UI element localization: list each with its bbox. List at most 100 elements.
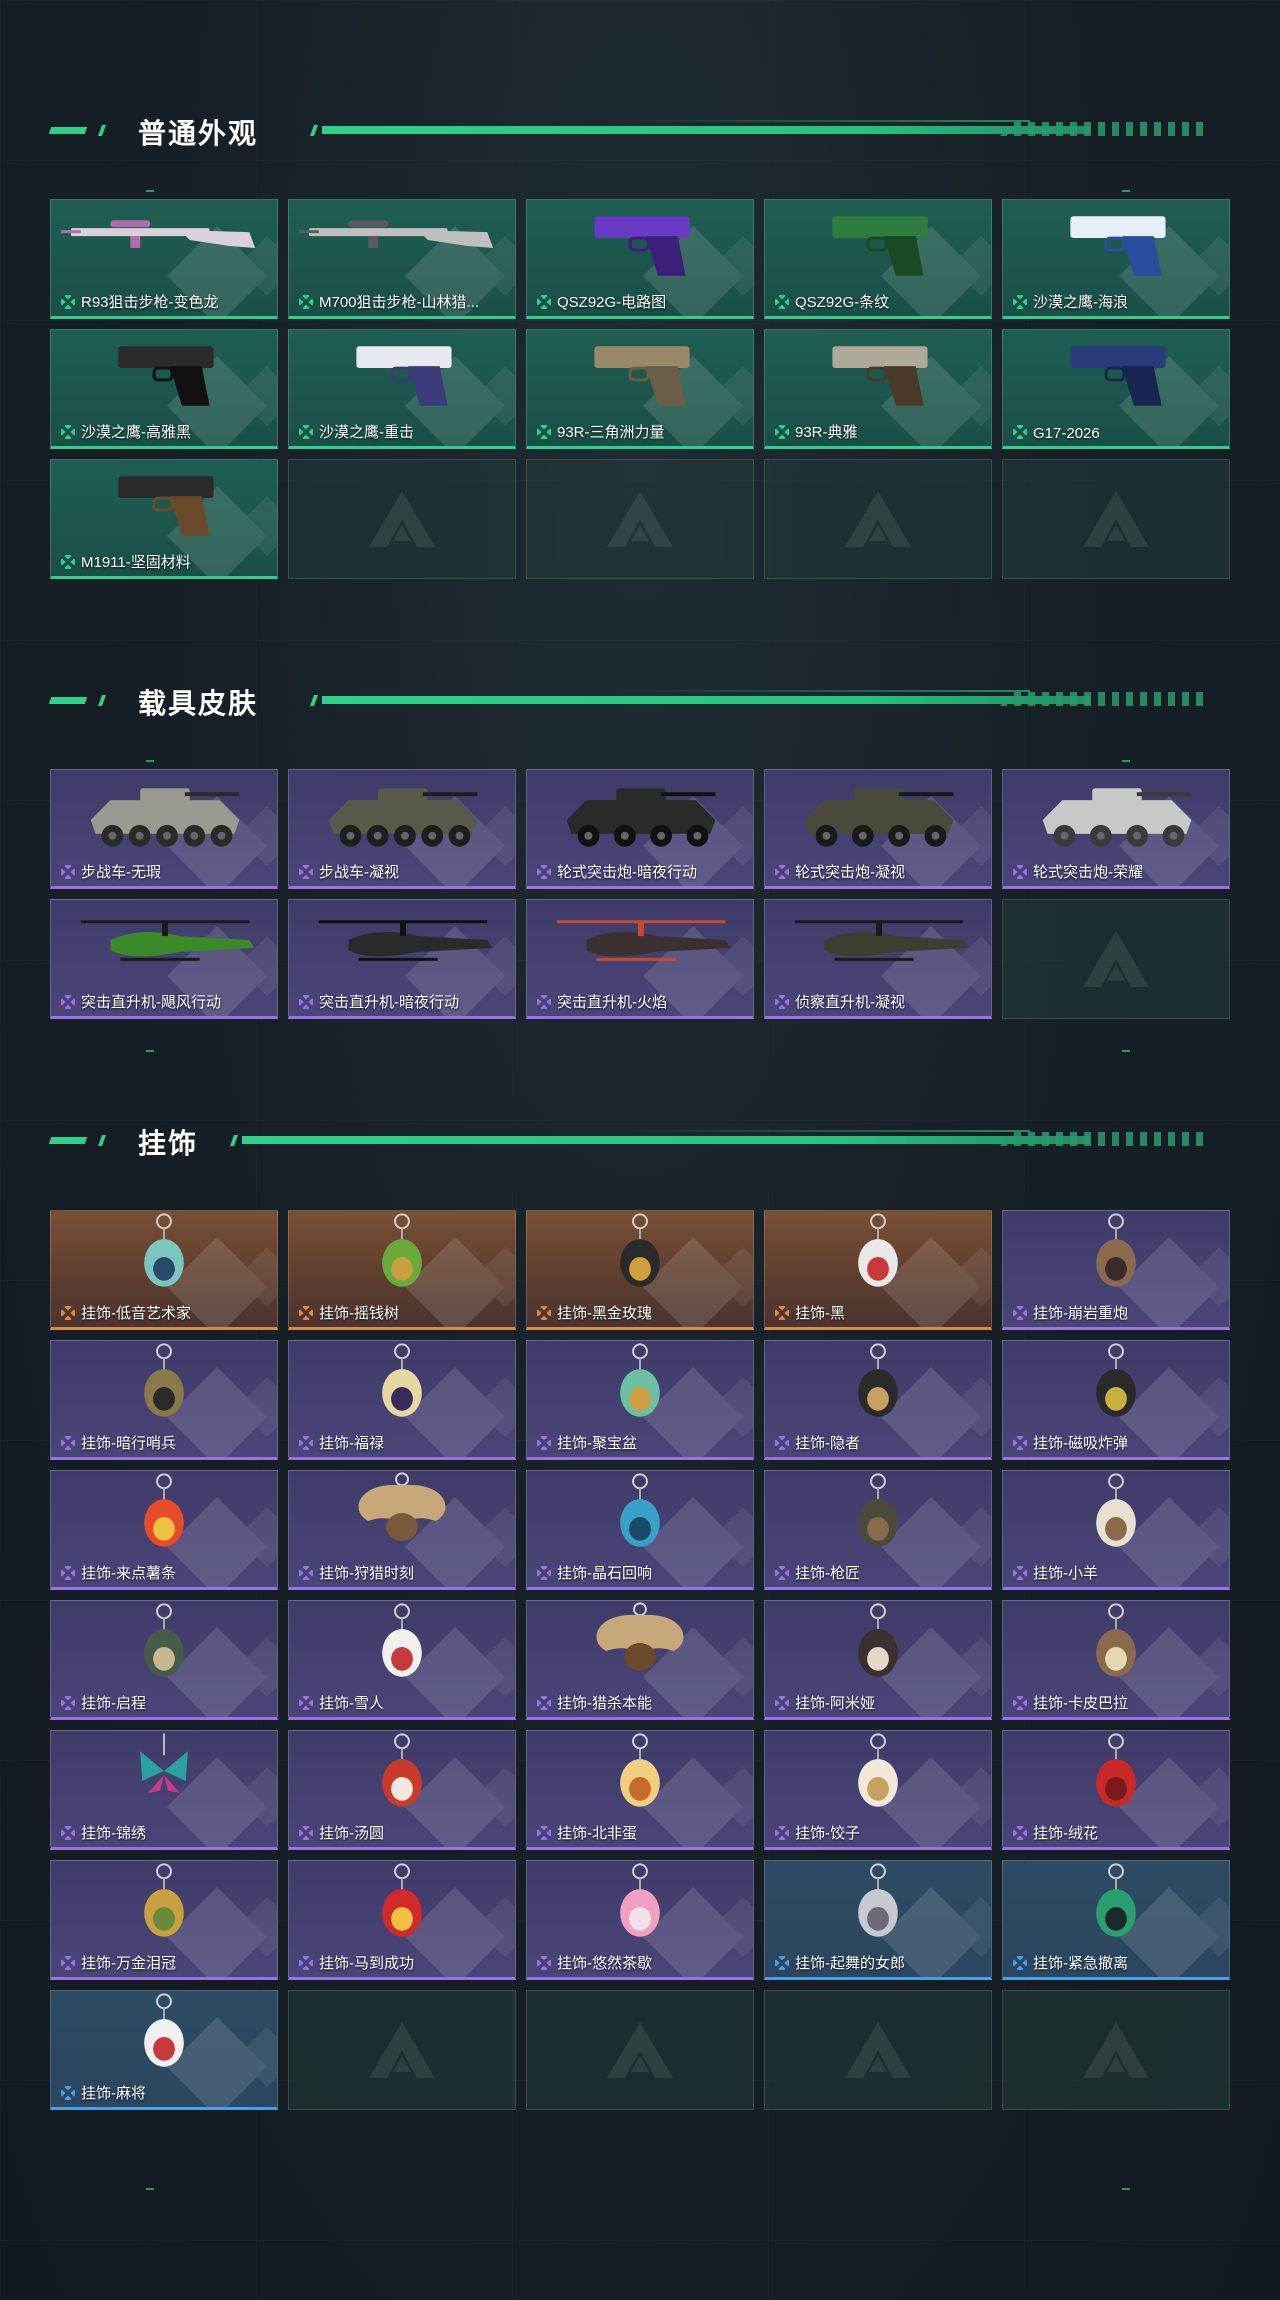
rarity-diamond-icon <box>537 1306 551 1320</box>
item-card[interactable]: 挂饰-聚宝盆 <box>526 1340 754 1460</box>
item-card[interactable]: 挂饰-猎杀本能 <box>526 1600 754 1720</box>
charm-icon <box>858 1863 898 1937</box>
item-card[interactable]: QSZ92G-电路图 <box>526 199 754 319</box>
item-label: R93狙击步枪-变色龙 <box>81 294 219 311</box>
item-label: G17-2026 <box>1033 425 1100 442</box>
item-card[interactable]: 93R-三角洲力量 <box>526 329 754 449</box>
item-card[interactable]: 挂饰-饺子 <box>764 1730 992 1850</box>
sniper-rifle-icon <box>298 220 494 248</box>
item-card[interactable]: 挂饰-低音艺术家 <box>50 1210 278 1330</box>
item-card[interactable]: 挂饰-摇钱树 <box>288 1210 516 1330</box>
item-card[interactable]: 挂饰-绒花 <box>1002 1730 1230 1850</box>
item-card[interactable]: R93狙击步枪-变色龙 <box>50 199 278 319</box>
item-card[interactable]: 挂饰-紧急撤离 <box>1002 1860 1230 1980</box>
item-card[interactable]: 挂饰-汤圆 <box>288 1730 516 1850</box>
item-card[interactable]: 步战车-凝视 <box>288 769 516 889</box>
section-header: 普通外观 <box>48 110 1230 150</box>
item-label: 轮式突击炮-凝视 <box>795 864 905 881</box>
item-label: 挂饰-狩猎时刻 <box>319 1565 414 1582</box>
item-label: 突击直升机-飓风行动 <box>81 994 221 1011</box>
item-card[interactable]: 挂饰-北非蛋 <box>526 1730 754 1850</box>
rarity-diamond-icon <box>537 1436 551 1450</box>
helicopter-icon <box>556 920 731 961</box>
charm-icon <box>620 1213 660 1287</box>
item-card[interactable]: 挂饰-暗行哨兵 <box>50 1340 278 1460</box>
rarity-diamond-icon <box>775 1306 789 1320</box>
item-card[interactable]: 轮式突击炮-暗夜行动 <box>526 769 754 889</box>
item-card[interactable]: 挂饰-万金泪冠 <box>50 1860 278 1980</box>
item-card[interactable]: 93R-典雅 <box>764 329 992 449</box>
item-card[interactable]: 挂饰-锦绣 <box>50 1730 278 1850</box>
rarity-diamond-icon <box>61 425 75 439</box>
item-card[interactable]: 沙漠之鹰-海浪 <box>1002 199 1230 319</box>
item-card[interactable]: 挂饰-起舞的女郎 <box>764 1860 992 1980</box>
charm-icon <box>144 1993 184 2067</box>
header-rule-highlight <box>610 120 1030 122</box>
item-card[interactable]: 挂饰-悠然茶歇 <box>526 1860 754 1980</box>
item-card[interactable]: G17-2026 <box>1002 329 1230 449</box>
item-card[interactable]: 侦察直升机-凝视 <box>764 899 992 1019</box>
item-label: 沙漠之鹰-高雅黑 <box>81 424 191 441</box>
item-card[interactable]: 挂饰-启程 <box>50 1600 278 1720</box>
item-label: 挂饰-猎杀本能 <box>557 1695 652 1712</box>
item-card[interactable]: 轮式突击炮-凝视 <box>764 769 992 889</box>
item-label: 挂饰-阿米娅 <box>795 1695 875 1712</box>
item-card[interactable]: 挂饰-来点薯条 <box>50 1470 278 1590</box>
item-label: 轮式突击炮-荣耀 <box>1033 864 1143 881</box>
charm-icon <box>620 1863 660 1937</box>
empty-slot <box>526 459 754 579</box>
item-card[interactable]: 挂饰-卡皮巴拉 <box>1002 1600 1230 1720</box>
header-rule-tick <box>309 695 319 706</box>
item-label: 沙漠之鹰-重击 <box>319 424 414 441</box>
pistol-icon <box>118 346 214 406</box>
item-card[interactable]: 挂饰-磁吸炸弹 <box>1002 1340 1230 1460</box>
rarity-diamond-icon <box>61 1436 75 1450</box>
item-card[interactable]: 挂饰-黑 <box>764 1210 992 1330</box>
charm-icon <box>382 1863 422 1937</box>
item-card[interactable]: 挂饰-崩岩重炮 <box>1002 1210 1230 1330</box>
item-card[interactable]: 步战车-无瑕 <box>50 769 278 889</box>
item-label: M700狙击步枪-山林猎... <box>319 294 480 311</box>
corner-marker <box>1122 2188 1130 2190</box>
rarity-diamond-icon <box>537 1956 551 1970</box>
rarity-diamond-icon <box>775 1436 789 1450</box>
logo-watermark-icon <box>845 491 911 547</box>
item-card[interactable]: 挂饰-麻将 <box>50 1990 278 2110</box>
header-accent-tick <box>97 125 107 136</box>
item-card[interactable]: M1911-坚固材料 <box>50 459 278 579</box>
item-card[interactable]: QSZ92G-条纹 <box>764 199 992 319</box>
section-title: 挂饰 <box>138 1128 199 1159</box>
charm-icon <box>382 1213 422 1287</box>
rarity-diamond-icon <box>61 1566 75 1580</box>
item-card[interactable]: 挂饰-小羊 <box>1002 1470 1230 1590</box>
item-card[interactable]: 挂饰-晶石回响 <box>526 1470 754 1590</box>
item-card[interactable]: 沙漠之鹰-重击 <box>288 329 516 449</box>
item-card[interactable]: 挂饰-马到成功 <box>288 1860 516 1980</box>
item-card[interactable]: M700狙击步枪-山林猎... <box>288 199 516 319</box>
charm-icon <box>382 1733 422 1807</box>
item-card[interactable]: 突击直升机-暗夜行动 <box>288 899 516 1019</box>
rarity-diamond-icon <box>1013 425 1027 439</box>
rarity-diamond-icon <box>775 995 789 1009</box>
butterfly-icon <box>140 1733 188 1793</box>
item-label: 挂饰-卡皮巴拉 <box>1033 1695 1128 1712</box>
item-label: 挂饰-摇钱树 <box>319 1305 399 1322</box>
item-label: 挂饰-悠然茶歇 <box>557 1955 652 1972</box>
charm-icon <box>1096 1343 1136 1417</box>
charm-icon <box>144 1473 184 1547</box>
item-card[interactable]: 突击直升机-飓风行动 <box>50 899 278 1019</box>
item-card[interactable]: 沙漠之鹰-高雅黑 <box>50 329 278 449</box>
item-card[interactable]: 突击直升机-火焰 <box>526 899 754 1019</box>
item-card[interactable]: 挂饰-狩猎时刻 <box>288 1470 516 1590</box>
item-card[interactable]: 挂饰-雪人 <box>288 1600 516 1720</box>
item-card[interactable]: 挂饰-枪匠 <box>764 1470 992 1590</box>
item-card[interactable]: 挂饰-福禄 <box>288 1340 516 1460</box>
charm-icon <box>858 1603 898 1677</box>
item-label: 93R-三角洲力量 <box>557 424 665 441</box>
item-card[interactable]: 轮式突击炮-荣耀 <box>1002 769 1230 889</box>
rarity-diamond-icon <box>299 295 313 309</box>
header-checker-pattern <box>1000 1132 1210 1146</box>
item-card[interactable]: 挂饰-黑金玫瑰 <box>526 1210 754 1330</box>
item-card[interactable]: 挂饰-阿米娅 <box>764 1600 992 1720</box>
item-card[interactable]: 挂饰-隐者 <box>764 1340 992 1460</box>
